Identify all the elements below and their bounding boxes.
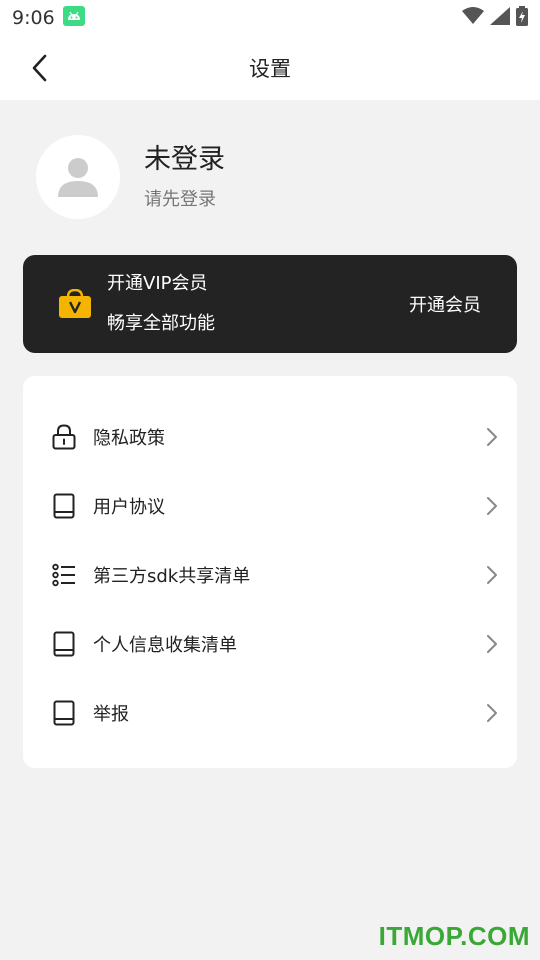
status-right	[462, 6, 528, 30]
status-bar: 9:06	[0, 0, 540, 36]
chevron-right-icon	[485, 426, 499, 448]
lock-icon	[51, 423, 77, 450]
profile-subtitle: 请先登录	[144, 189, 216, 210]
signal-icon	[490, 7, 510, 29]
vip-subtitle: 畅享全部功能	[107, 313, 215, 334]
back-button[interactable]	[22, 50, 58, 86]
chevron-right-icon	[485, 702, 499, 724]
vip-title: 开通VIP会员	[107, 273, 208, 294]
open-vip-button[interactable]: 开通会员	[409, 291, 481, 317]
battery-icon	[516, 6, 528, 30]
chevron-right-icon	[485, 495, 499, 517]
chevron-right-icon	[485, 564, 499, 586]
profile-text: 未登录 请先登录	[144, 143, 225, 211]
wifi-icon	[462, 7, 484, 29]
watermark: ITMOP.COM	[378, 921, 530, 951]
book-icon	[51, 700, 77, 726]
menu-item-report[interactable]: 举报	[23, 678, 517, 747]
book-icon	[51, 493, 77, 519]
book-icon	[51, 631, 77, 657]
menu-item-label: 举报	[93, 703, 129, 725]
back-arrow-icon	[32, 54, 47, 82]
menu-item-third-party-sdk-list[interactable]: 第三方sdk共享清单	[23, 540, 517, 609]
chevron-right-icon	[485, 633, 499, 655]
app-bar: 设置	[0, 36, 540, 100]
vip-text: 开通VIP会员 畅享全部功能	[107, 272, 215, 336]
status-left: 9:06	[12, 6, 85, 30]
menu-item-label: 第三方sdk共享清单	[93, 565, 251, 587]
profile-name: 未登录	[144, 144, 225, 175]
vip-bag-icon	[58, 288, 92, 319]
user-avatar-icon	[58, 158, 98, 197]
android-icon	[62, 6, 85, 30]
page-title: 设置	[249, 57, 291, 81]
avatar[interactable]	[36, 135, 120, 219]
menu-item-label: 隐私政策	[93, 427, 165, 449]
status-time: 9:06	[12, 7, 55, 29]
menu-item-label: 个人信息收集清单	[93, 634, 237, 656]
settings-menu: 隐私政策 用户协议 第三方sdk共享清单 个人信息收集清单 举报	[23, 376, 517, 768]
menu-item-privacy-policy[interactable]: 隐私政策	[23, 402, 517, 471]
menu-item-user-agreement[interactable]: 用户协议	[23, 471, 517, 540]
vip-card[interactable]: 开通VIP会员 畅享全部功能 开通会员	[23, 255, 517, 353]
list-icon	[51, 562, 77, 588]
menu-item-label: 用户协议	[93, 496, 165, 518]
profile-section[interactable]: 未登录 请先登录	[36, 134, 225, 220]
menu-item-personal-info-list[interactable]: 个人信息收集清单	[23, 609, 517, 678]
